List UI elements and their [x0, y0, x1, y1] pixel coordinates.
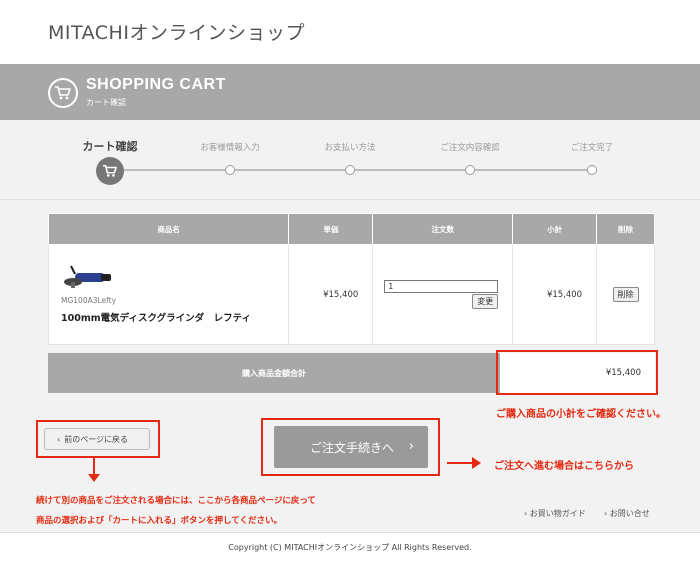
footer-link-contact[interactable]: › お問い合せ	[604, 508, 650, 519]
column-header-quantity: 注文数	[372, 213, 514, 245]
table-row: MG100A3Lefty 100mm電気ディスクグラインダ レフティ ¥15,4…	[47, 244, 655, 345]
annotation-box-checkout	[261, 418, 440, 476]
delete-cell: 削除	[596, 244, 655, 345]
quantity-input[interactable]: 1	[384, 280, 499, 293]
update-quantity-button[interactable]: 変更	[472, 294, 499, 309]
product-image[interactable]	[61, 265, 113, 293]
total-label: 購入商品金額合計	[48, 353, 500, 393]
copyright: Copyright (C) MITACHIオンラインショップ All Right…	[0, 532, 700, 562]
cart-table: 商品名 単価 注文数 小計 削除 MG100A3Lefty 100mm電気ディス…	[47, 213, 655, 345]
delete-button[interactable]: 削除	[612, 287, 639, 302]
step-label: カート確認	[82, 140, 138, 153]
product-cell: MG100A3Lefty 100mm電気ディスクグラインダ レフティ	[47, 244, 290, 345]
chevron-right-icon: ›	[604, 509, 608, 518]
cart-subheading: カート確認	[86, 98, 126, 107]
annotation-box-total	[496, 350, 658, 395]
annotation-arrow-down-head	[88, 474, 100, 482]
annotation-back-note-line1: 続けて別の商品をご注文される場合には、ここから各商品ページに戻って	[36, 496, 316, 506]
chevron-right-icon: ›	[524, 509, 528, 518]
step-label: お支払い方法	[324, 143, 376, 153]
checkout-progress: カート確認 お客様情報入力 お支払い方法 ご注文内容確認 ご注文完了	[0, 120, 700, 200]
subtotal: ¥15,400	[512, 244, 598, 345]
table-header-row: 商品名 単価 注文数 小計 削除	[47, 213, 655, 245]
annotation-arrow-right-head	[472, 457, 481, 469]
cart-icon	[96, 157, 124, 185]
footer-link-shopping-guide[interactable]: › お買い物ガイド	[524, 508, 586, 519]
cart-header: SHOPPING CART カート確認	[0, 64, 700, 120]
column-header-unit-price: 単価	[288, 213, 374, 245]
step-label: ご注文完了	[570, 143, 614, 153]
annotation-box-back	[36, 420, 160, 458]
step-dot	[465, 165, 475, 175]
column-header-delete: 削除	[596, 213, 655, 245]
step-dot	[587, 165, 597, 175]
step-dot	[225, 165, 235, 175]
annotation-arrow-right	[447, 462, 473, 464]
annotation-back-note-line2: 商品の選択および「カートに入れる」ボタンを押してください。	[36, 516, 282, 526]
footer-link-label: お問い合せ	[609, 509, 650, 518]
cart-heading: SHOPPING CART	[86, 76, 226, 93]
quantity-cell: 1 変更	[372, 244, 514, 345]
shopping-cart-icon	[48, 78, 78, 108]
step-label: お客様情報入力	[200, 143, 260, 153]
annotation-subtotal-note: ご購入商品の小計をご確認ください。	[496, 409, 666, 420]
product-name[interactable]: 100mm電気ディスクグラインダ レフティ	[61, 310, 288, 324]
step-label: ご注文内容確認	[440, 143, 500, 153]
footer-link-label: お買い物ガイド	[529, 509, 586, 518]
product-code: MG100A3Lefty	[61, 296, 117, 305]
column-header-subtotal: 小計	[512, 213, 598, 245]
site-title[interactable]: MITACHIオンラインショップ	[48, 18, 305, 45]
unit-price: ¥15,400	[288, 244, 374, 345]
step-dot	[345, 165, 355, 175]
annotation-checkout-note: ご注文へ進む場合はこちらから	[494, 461, 634, 472]
column-header-product: 商品名	[47, 213, 290, 245]
cart-main: 商品名 単価 注文数 小計 削除 MG100A3Lefty 100mm電気ディス…	[0, 200, 700, 532]
